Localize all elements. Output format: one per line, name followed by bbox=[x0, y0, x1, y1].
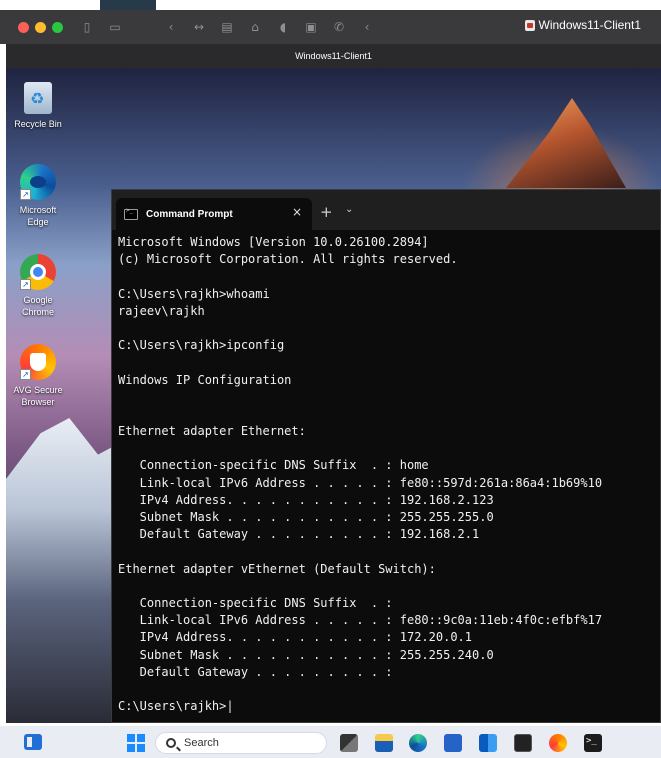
terminal-line: Windows IP Configuration bbox=[118, 372, 292, 387]
desktop-icon-label: AVG Secure Browser bbox=[13, 385, 63, 407]
spacer-icon bbox=[137, 20, 149, 34]
vm-tab-label: Windows11-Client1 bbox=[538, 18, 642, 32]
terminal-tab-bar: Command Prompt × + ⌄ bbox=[112, 190, 660, 230]
shortcut-arrow-icon: ↗ bbox=[20, 369, 31, 380]
terminal-line: Connection-specific DNS Suffix . : home bbox=[118, 458, 429, 473]
tab-command-prompt[interactable]: Command Prompt × bbox=[116, 198, 312, 230]
command-prompt-window[interactable]: Command Prompt × + ⌄ Microsoft Windows [… bbox=[111, 189, 661, 723]
chrome-icon: ↗ bbox=[20, 254, 56, 290]
desktop-icon-recycle-bin[interactable]: Recycle Bin bbox=[7, 82, 69, 130]
screenshot-icon[interactable]: ▭ bbox=[109, 20, 121, 34]
tab-title: Command Prompt bbox=[146, 208, 233, 220]
desktop-icon-avg-browser[interactable]: ↗ AVG Secure Browser bbox=[7, 344, 69, 408]
start-button[interactable] bbox=[127, 734, 145, 752]
shortcut-arrow-icon: ↗ bbox=[20, 189, 31, 200]
terminal-line: Connection-specific DNS Suffix . : bbox=[118, 595, 393, 610]
outlook-icon[interactable] bbox=[479, 734, 497, 752]
search-placeholder: Search bbox=[184, 737, 219, 749]
host-toolbar-icons: ▯ ▭ ‹ ↔ ▤ ⌂ ◖ ▣ ✆ ‹ bbox=[81, 20, 373, 34]
window-controls bbox=[18, 21, 63, 33]
wallpaper-peak bbox=[506, 98, 626, 188]
edge-taskbar-icon[interactable] bbox=[409, 734, 427, 752]
store-icon[interactable] bbox=[444, 734, 462, 752]
task-view-icon[interactable] bbox=[340, 734, 358, 752]
terminal-line: Ethernet adapter vEthernet (Default Swit… bbox=[118, 561, 436, 576]
terminal-line: Ethernet adapter Ethernet: bbox=[118, 424, 306, 439]
chevron-down-icon[interactable]: ⌄ bbox=[345, 204, 353, 215]
chevron-left-icon[interactable]: ‹ bbox=[361, 20, 373, 34]
terminal-line: rajeev\rajkh bbox=[118, 303, 205, 318]
terminal-line: Default Gateway . . . . . . . . . : 192.… bbox=[118, 527, 480, 542]
terminal-line: C:\Users\rajkh>ipconfig bbox=[118, 338, 285, 353]
windows-logo-icon bbox=[127, 734, 135, 742]
wallpaper-snow-mountain bbox=[6, 418, 121, 723]
desktop-icon-label: Google Chrome bbox=[21, 295, 54, 317]
vm-window-title: Windows11-Client1 bbox=[6, 44, 661, 68]
terminal-line: Subnet Mask . . . . . . . . . . . : 255.… bbox=[118, 647, 494, 662]
desktop-icon-chrome[interactable]: ↗ Google Chrome bbox=[7, 254, 69, 318]
taskbar: Search bbox=[0, 726, 661, 758]
terminal-line: IPv4 Address. . . . . . . . . . . : 192.… bbox=[118, 492, 494, 507]
lock-icon[interactable]: ⌂ bbox=[249, 20, 261, 34]
command-prompt-icon bbox=[124, 207, 138, 220]
vm-tab[interactable]: Windows11-Client1 bbox=[524, 18, 642, 32]
printer-icon[interactable]: ▤ bbox=[221, 20, 233, 34]
minimize-window-button[interactable] bbox=[35, 21, 46, 33]
terminal-line: IPv4 Address. . . . . . . . . . . : 172.… bbox=[118, 630, 473, 645]
widgets-icon[interactable] bbox=[24, 734, 42, 750]
sidebar-toggle-icon[interactable]: ▯ bbox=[81, 20, 93, 34]
new-tab-button[interactable]: + bbox=[320, 203, 333, 221]
desktop-icon-edge[interactable]: ↗ Microsoft Edge bbox=[7, 164, 69, 228]
avg-browser-icon: ↗ bbox=[20, 344, 56, 380]
host-toolbar: ▯ ▭ ‹ ↔ ▤ ⌂ ◖ ▣ ✆ ‹ Windows11-Client1 bbox=[0, 10, 661, 44]
search-icon bbox=[166, 738, 176, 748]
terminal-line: C:\Users\rajkh>| bbox=[118, 699, 234, 714]
terminal-line: Link-local IPv6 Address . . . . . : fe80… bbox=[118, 475, 603, 490]
terminal-line: C:\Users\rajkh>whoami bbox=[118, 286, 270, 301]
back-icon[interactable]: ‹ bbox=[165, 20, 177, 34]
avg-browser-taskbar-icon[interactable] bbox=[549, 734, 567, 752]
terminal-line: Subnet Mask . . . . . . . . . . . : 255.… bbox=[118, 510, 494, 524]
file-explorer-icon[interactable] bbox=[375, 734, 393, 752]
terminal-line: Default Gateway . . . . . . . . . : bbox=[118, 664, 393, 679]
code-icon[interactable]: ↔ bbox=[193, 20, 205, 34]
photos-icon[interactable] bbox=[514, 734, 532, 752]
terminal-line: (c) Microsoft Corporation. All rights re… bbox=[118, 252, 458, 267]
taskbar-search[interactable]: Search bbox=[155, 732, 327, 754]
camera-icon[interactable]: ▣ bbox=[305, 20, 317, 34]
fullscreen-window-button[interactable] bbox=[52, 21, 63, 33]
terminal-taskbar-icon[interactable] bbox=[584, 734, 602, 752]
terminal-output[interactable]: Microsoft Windows [Version 10.0.26100.28… bbox=[112, 230, 660, 715]
edge-icon: ↗ bbox=[20, 164, 56, 200]
terminal-line: Link-local IPv6 Address . . . . . : fe80… bbox=[118, 613, 603, 628]
recycle-bin-icon bbox=[24, 82, 52, 114]
close-window-button[interactable] bbox=[18, 21, 29, 33]
desktop-icon-label: Microsoft Edge bbox=[19, 205, 57, 227]
terminal-line: Microsoft Windows [Version 10.0.26100.28… bbox=[118, 235, 429, 249]
audio-icon[interactable]: ◖ bbox=[277, 20, 289, 34]
desktop-icon-label: Recycle Bin bbox=[14, 119, 62, 129]
vm-tab-icon bbox=[524, 19, 535, 31]
close-tab-icon[interactable]: × bbox=[292, 205, 302, 219]
shortcut-arrow-icon: ↗ bbox=[20, 279, 31, 290]
phone-icon[interactable]: ✆ bbox=[333, 20, 345, 34]
